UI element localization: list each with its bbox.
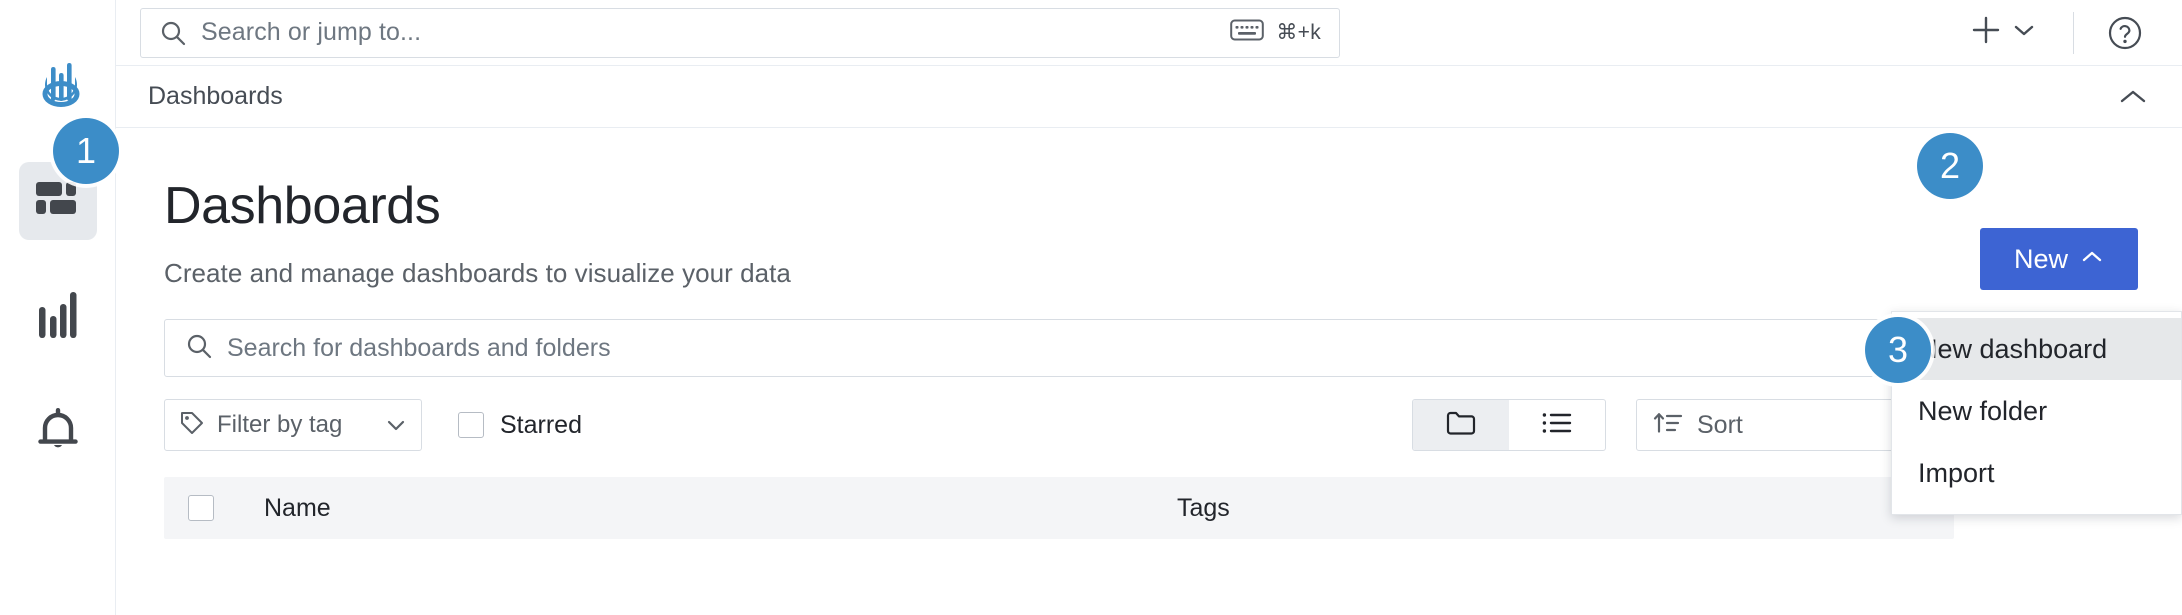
menu-item-new-dashboard[interactable]: New dashboard [1892,318,2181,380]
column-header-tags[interactable]: Tags [1177,494,1230,523]
step-badge-2: 2 [1917,133,1983,199]
tag-filter-label: Filter by tag [217,411,343,438]
mackerel-logo-icon[interactable] [21,48,95,122]
starred-filter-checkbox[interactable]: Starred [458,411,582,440]
list-view-button[interactable] [1509,400,1605,450]
bell-icon [36,407,80,460]
checkbox-icon [458,412,484,438]
search-icon [159,19,187,47]
search-shortcut-text: ⌘+k [1276,21,1321,44]
dashboards-toolbar: Filter by tag Starred Sort [164,399,1954,451]
topbar-actions [1959,7,2154,58]
main-content: Search or jump to... ⌘+k Dashboards Dash… [116,0,2182,615]
select-all-checkbox[interactable] [188,495,214,521]
step-badge-1: 1 [53,118,119,184]
bar-chart-icon [37,290,79,345]
new-button-label: New [2013,243,2068,274]
chevron-up-icon [2080,249,2104,270]
dashboards-table-header: Name Tags [164,477,1954,539]
search-shortcut-hint: ⌘+k [1230,18,1321,47]
page-title: Dashboards [164,177,441,235]
left-nav-rail [0,0,116,615]
step-badge-3: 3 [1865,317,1931,383]
chevron-down-icon [385,418,407,432]
keyboard-icon [1230,18,1265,47]
global-search-placeholder: Search or jump to... [201,18,422,46]
dashboard-search-placeholder: Search for dashboards and folders [227,333,611,362]
breadcrumb-item-dashboards[interactable]: Dashboards [148,82,283,111]
chevron-down-icon [2013,23,2035,42]
page-subtitle: Create and manage dashboards to visualiz… [164,258,791,288]
tag-filter-select[interactable]: Filter by tag [164,399,422,451]
list-icon [1541,411,1573,440]
view-mode-toggle [1412,399,1606,451]
chevron-up-icon[interactable] [2112,82,2154,112]
column-header-name[interactable]: Name [264,494,331,523]
starred-filter-label: Starred [500,410,582,439]
sidebar-item-alerts[interactable] [19,394,97,472]
breadcrumb: Dashboards [116,66,2182,128]
grafana-dashboards-page: Search or jump to... ⌘+k Dashboards Dash… [0,0,2182,615]
folder-view-button[interactable] [1413,400,1509,450]
dashboard-grid-icon [35,181,80,221]
dashboard-search-input[interactable]: Search for dashboards and folders [164,319,1954,377]
add-new-menu-button[interactable] [1959,7,2045,58]
topbar-divider [2073,11,2074,54]
sort-ascending-icon [1653,411,1683,440]
sort-label: Sort [1697,410,1743,439]
top-search-bar: Search or jump to... ⌘+k [116,0,2182,66]
plus-icon [1969,13,2003,52]
menu-item-new-folder[interactable]: New folder [1892,380,2181,442]
sidebar-item-explore[interactable] [19,278,97,356]
rail-item-list [0,162,115,472]
help-circle-icon[interactable] [2102,10,2148,56]
menu-item-import[interactable]: Import [1892,442,2181,504]
global-search-input[interactable]: Search or jump to... ⌘+k [140,7,1340,58]
search-icon [185,332,213,365]
new-dropdown-menu: New dashboard New folder Import [1891,311,2182,515]
folder-icon [1446,410,1476,441]
new-button[interactable]: New [1980,228,2138,290]
tag-icon [179,410,205,441]
